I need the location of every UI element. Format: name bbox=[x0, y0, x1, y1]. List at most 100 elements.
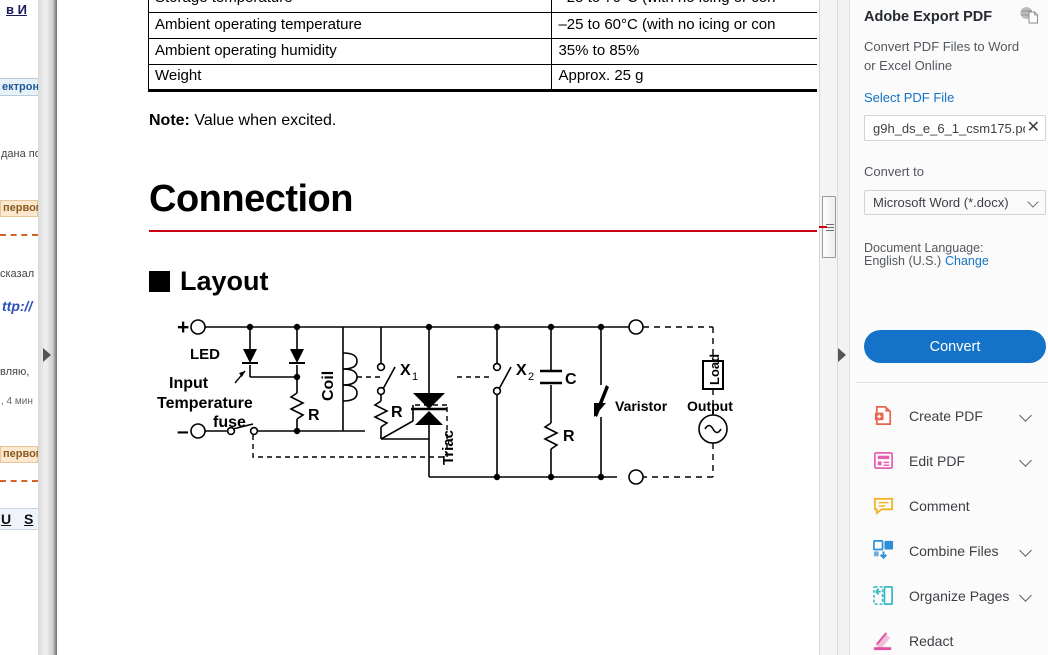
convert-button[interactable]: Convert bbox=[864, 330, 1046, 363]
close-icon[interactable]: ✕ bbox=[1025, 120, 1040, 136]
circuit-diagram: + – LED Input Temperature fuse R Coil X … bbox=[157, 316, 733, 485]
selected-file-name: g9h_ds_e_6_1_csm175.pdf bbox=[873, 120, 1025, 136]
chevron-down-icon-placeholder bbox=[1020, 634, 1034, 648]
table-cell-label: Ambient operating temperature bbox=[147, 11, 553, 39]
table-cell-value: –25 to 70°C (with no icing or con bbox=[551, 0, 817, 13]
bg-tan-bar-1: первом bbox=[0, 200, 38, 217]
organize-pages-icon bbox=[873, 586, 893, 605]
tool-label: Redact bbox=[909, 632, 954, 649]
circuit-label-input: Input bbox=[169, 375, 209, 392]
varistor-symbol bbox=[594, 385, 609, 417]
specifications-table: Storage temperature –25 to 70°C (with no… bbox=[147, 0, 817, 92]
document-scrollbar[interactable] bbox=[819, 0, 837, 655]
tool-label: Create PDF bbox=[909, 407, 983, 424]
tool-label: Combine Files bbox=[909, 542, 999, 559]
table-cell-value: Approx. 25 g bbox=[551, 63, 817, 92]
bg-text-fragment-4: , 4 мин bbox=[1, 396, 33, 407]
bg-text-fragment-2: сказал bbox=[0, 268, 35, 280]
panel-subtitle: Convert PDF Files to Word or Excel Onlin… bbox=[864, 39, 1020, 73]
table-row: Ambient operating temperature –25 to 60°… bbox=[147, 11, 817, 39]
circuit-label-varistor: Varistor bbox=[615, 398, 668, 414]
tool-item-create-pdf[interactable]: Create PDF bbox=[850, 393, 1048, 438]
bg-blue-bar: ектрон bbox=[0, 78, 38, 96]
bg-dashed-divider-2 bbox=[0, 480, 38, 482]
pdf-reader-window: в И ектрон дана по первом сказал ttp:// … bbox=[0, 0, 1048, 655]
circuit-label-x1-sub: 1 bbox=[412, 371, 418, 383]
bg-text-fragment-3: вляю, bbox=[0, 366, 30, 378]
chevron-down-icon[interactable] bbox=[1020, 589, 1034, 603]
square-bullet-icon bbox=[149, 271, 170, 292]
title-underline-rule bbox=[149, 230, 817, 232]
chevron-down-icon[interactable] bbox=[1020, 544, 1034, 558]
circuit-label-r1: R bbox=[308, 407, 320, 424]
chevron-down-icon[interactable] bbox=[1020, 454, 1034, 468]
circuit-label-r2: R bbox=[391, 404, 403, 421]
circuit-label-coil: Coil bbox=[320, 371, 337, 401]
chevron-down-icon-placeholder bbox=[1020, 499, 1034, 513]
section-subheading-label: Layout bbox=[180, 266, 269, 296]
tool-item-organize-pages[interactable]: Organize Pages bbox=[850, 573, 1048, 618]
bg-tan-bar-2: первом bbox=[0, 446, 38, 463]
tools-panel: Adobe Export PDF Convert PDF Files to Wo… bbox=[850, 0, 1048, 655]
export-share-icon[interactable] bbox=[1018, 5, 1040, 27]
circuit-label-led: LED bbox=[190, 346, 220, 363]
bg-tan-bar-1-text: первом bbox=[3, 202, 38, 214]
tool-item-edit-pdf[interactable]: Edit PDF bbox=[850, 438, 1048, 483]
expand-left-arrow-icon[interactable] bbox=[43, 348, 51, 362]
circuit-label-x2-sub: 2 bbox=[528, 371, 534, 383]
bg-link-fragment[interactable]: ttp:// bbox=[2, 298, 32, 314]
panel-title: Adobe Export PDF bbox=[864, 9, 993, 25]
scrollbar-grip-line bbox=[826, 230, 834, 231]
tool-label: Comment bbox=[909, 497, 970, 514]
table-cell-label: Ambient operating humidity bbox=[147, 37, 553, 65]
diode-symbol bbox=[289, 349, 305, 364]
tool-label: Edit PDF bbox=[909, 452, 966, 469]
circuit-label-plus: + bbox=[177, 316, 189, 339]
panel-divider bbox=[856, 382, 1048, 383]
bg-footer-s[interactable]: S bbox=[24, 511, 33, 527]
scrollbar-grip-line bbox=[826, 224, 834, 225]
convert-format-value: Microsoft Word (*.docx) bbox=[873, 195, 1009, 210]
table-row: Weight Approx. 25 g bbox=[147, 63, 817, 92]
note-text: Value when excited. bbox=[194, 112, 337, 129]
table-row: Storage temperature –25 to 70°C (with no… bbox=[147, 0, 817, 13]
note-line: Note: Value when excited. bbox=[149, 112, 336, 130]
circuit-label-output: Output bbox=[687, 398, 733, 414]
redact-icon bbox=[873, 632, 892, 651]
chevron-down-icon[interactable] bbox=[1020, 409, 1034, 423]
circuit-label-triac: Triac bbox=[440, 430, 457, 465]
tool-list: Create PDF Edit PDF Comment Combine File… bbox=[850, 393, 1048, 655]
create-pdf-icon bbox=[874, 406, 892, 425]
selected-file-field[interactable]: g9h_ds_e_6_1_csm175.pdf ✕ bbox=[864, 115, 1046, 141]
window-edge-shadow bbox=[38, 0, 57, 655]
table-cell-value: 35% to 85% bbox=[551, 37, 817, 65]
combine-files-icon bbox=[873, 540, 894, 560]
scrollbar-position-marker bbox=[819, 226, 827, 228]
background-window[interactable]: в И ектрон дана по первом сказал ttp:// … bbox=[0, 0, 38, 655]
tool-item-redact[interactable]: Redact bbox=[850, 618, 1048, 655]
bg-blue-bar-text: ектрон bbox=[2, 81, 38, 93]
tool-label: Organize Pages bbox=[909, 587, 1010, 604]
table-cell-label: Weight bbox=[147, 63, 553, 92]
bg-footer-bar: U S bbox=[0, 508, 38, 530]
circuit-label-r3: R bbox=[563, 428, 575, 445]
circuit-label-c: C bbox=[565, 371, 577, 388]
table-row: Ambient operating humidity 35% to 85% bbox=[147, 37, 817, 65]
expand-right-arrow-icon[interactable] bbox=[838, 348, 846, 362]
circuit-label-temperature: Temperature bbox=[157, 395, 253, 412]
circuit-label-x1: X bbox=[400, 362, 411, 379]
convert-format-select[interactable]: Microsoft Word (*.docx) bbox=[864, 190, 1046, 215]
change-language-link[interactable]: Change bbox=[945, 254, 989, 268]
tool-item-combine-files[interactable]: Combine Files bbox=[850, 528, 1048, 573]
note-label: Note: bbox=[149, 112, 190, 129]
tool-item-comment[interactable]: Comment bbox=[850, 483, 1048, 528]
circuit-label-load: Load bbox=[707, 354, 722, 385]
page-title: Connection bbox=[149, 178, 353, 220]
chevron-down-icon bbox=[1028, 197, 1039, 208]
bg-heading-fragment: в И bbox=[6, 2, 27, 17]
section-subheading: Layout bbox=[149, 266, 269, 297]
bg-footer-u[interactable]: U bbox=[1, 511, 11, 527]
coil-symbol bbox=[342, 352, 358, 402]
select-pdf-file-link[interactable]: Select PDF File bbox=[864, 90, 954, 105]
led-symbol bbox=[234, 349, 258, 384]
